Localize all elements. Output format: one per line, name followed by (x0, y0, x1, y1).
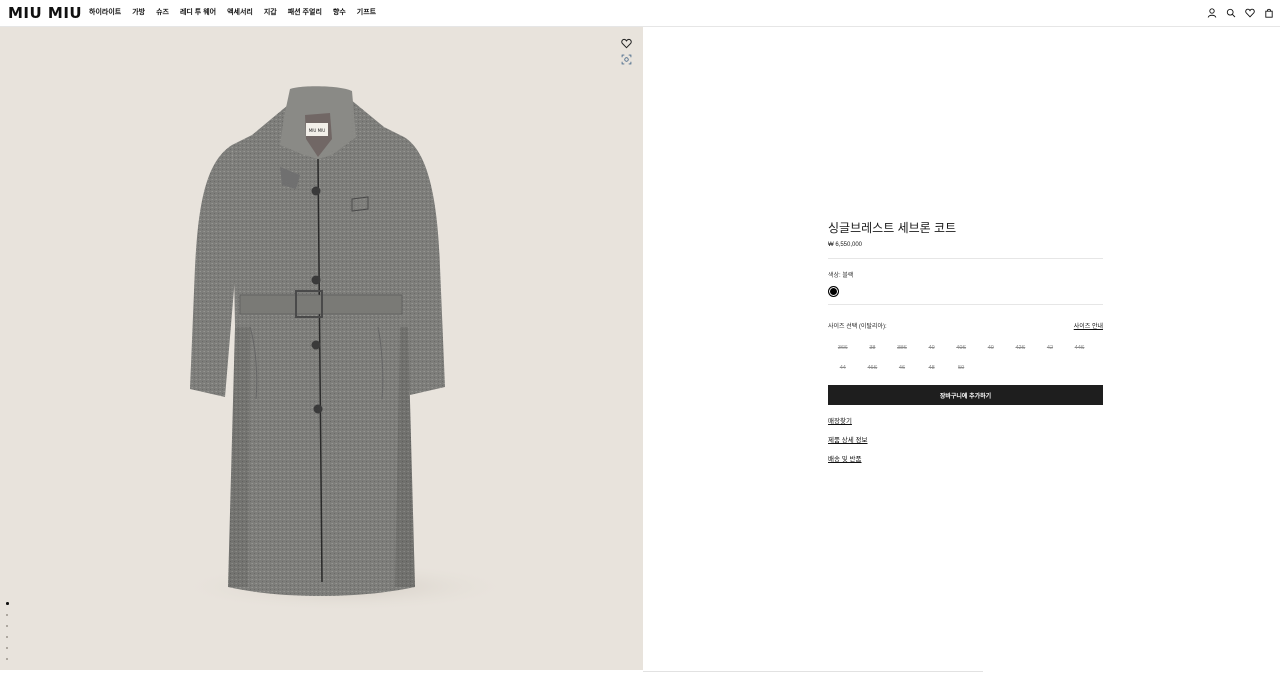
size-option[interactable]: 40 (976, 345, 1006, 352)
size-option[interactable]: 50 (946, 365, 976, 372)
size-header: 사이즈 선택 (이탈리아): 사이즈 안내 (828, 321, 1103, 330)
size-option[interactable]: 40 (917, 345, 947, 352)
size-guide-link[interactable]: 사이즈 안내 (1074, 321, 1103, 330)
bag-icon[interactable] (1264, 8, 1274, 18)
main-nav: 하이라이트 가방 슈즈 레디 투 웨어 액세서리 지갑 패션 주얼리 향수 기프… (89, 9, 376, 17)
gallery-dot[interactable] (6, 602, 9, 605)
store-locator-link[interactable]: 매장찾기 (828, 418, 1103, 425)
color-row: 색상: 블랙 (828, 270, 1103, 279)
nav-fashion-jewelry[interactable]: 패션 주얼리 (288, 9, 322, 17)
shipping-returns-link[interactable]: 배송 및 반품 (828, 456, 1103, 463)
zoom-icon[interactable] (621, 54, 632, 65)
size-option[interactable]: 38S (887, 345, 917, 352)
size-option[interactable]: 38 (858, 345, 888, 352)
product-image: MIU MIU (175, 86, 515, 612)
divider (828, 258, 1103, 259)
gallery-dot[interactable] (6, 613, 8, 616)
product-price: ₩ 6,550,000 (828, 242, 863, 248)
product-title: 싱글브레스트 세브론 코트 (828, 221, 957, 235)
header-actions (1207, 8, 1274, 18)
brand-logo[interactable]: MIU MIU (8, 5, 82, 21)
nav-ready-to-wear[interactable]: 레디 투 웨어 (180, 9, 216, 17)
info-links: 매장찾기 제품 상세 정보 배송 및 반품 (828, 418, 1103, 463)
product-info: 싱글브레스트 세브론 코트 ₩ 6,550,000 색상: 블랙 사이즈 선택 … (828, 220, 1103, 463)
divider (643, 671, 983, 672)
product-details-link[interactable]: 제품 상세 정보 (828, 437, 1103, 444)
size-option[interactable]: 42 (1035, 345, 1065, 352)
nav-gifts[interactable]: 기프트 (357, 9, 376, 17)
size-option[interactable]: 46S (858, 365, 888, 372)
wishlist-icon[interactable] (1245, 8, 1255, 18)
nav-fragrance[interactable]: 향수 (333, 9, 346, 17)
heart-icon[interactable] (621, 38, 632, 49)
gallery-dot[interactable] (6, 635, 8, 638)
size-option[interactable]: 46 (887, 365, 917, 372)
add-to-cart-button[interactable]: 장바구니에 추가하기 (828, 385, 1103, 405)
gallery-dot[interactable] (6, 657, 8, 660)
nav-shoes[interactable]: 슈즈 (156, 9, 169, 17)
gallery-dot[interactable] (6, 624, 8, 627)
gallery-dot[interactable] (6, 646, 8, 649)
color-swatch-black[interactable] (828, 286, 839, 297)
account-icon[interactable] (1207, 8, 1217, 18)
size-option[interactable]: 36S (828, 345, 858, 352)
size-option[interactable]: 40S (946, 345, 976, 352)
gallery-pagination (6, 602, 9, 660)
nav-highlights[interactable]: 하이라이트 (89, 9, 121, 17)
search-icon[interactable] (1226, 8, 1236, 18)
size-option[interactable]: 44S (1065, 345, 1095, 352)
size-grid: 36S 38 38S 40 40S 40 42S 42 44S 44 46S 4… (828, 345, 1098, 372)
coat-label-text: MIU MIU (309, 128, 325, 133)
color-label: 색상: (828, 273, 841, 279)
color-value: 블랙 (842, 273, 854, 279)
size-option[interactable]: 48 (917, 365, 947, 372)
product-image-panel[interactable]: MIU MIU (0, 27, 643, 670)
size-option[interactable]: 42S (1006, 345, 1036, 352)
divider (828, 304, 1103, 305)
nav-bags[interactable]: 가방 (132, 9, 145, 17)
size-option[interactable]: 44 (828, 365, 858, 372)
nav-accessories[interactable]: 액세서리 (227, 9, 253, 17)
site-header: MIU MIU 하이라이트 가방 슈즈 레디 투 웨어 액세서리 지갑 패션 주… (0, 0, 1280, 27)
size-label: 사이즈 선택 (이탈리아): (828, 324, 887, 330)
nav-wallets[interactable]: 지갑 (264, 9, 277, 17)
